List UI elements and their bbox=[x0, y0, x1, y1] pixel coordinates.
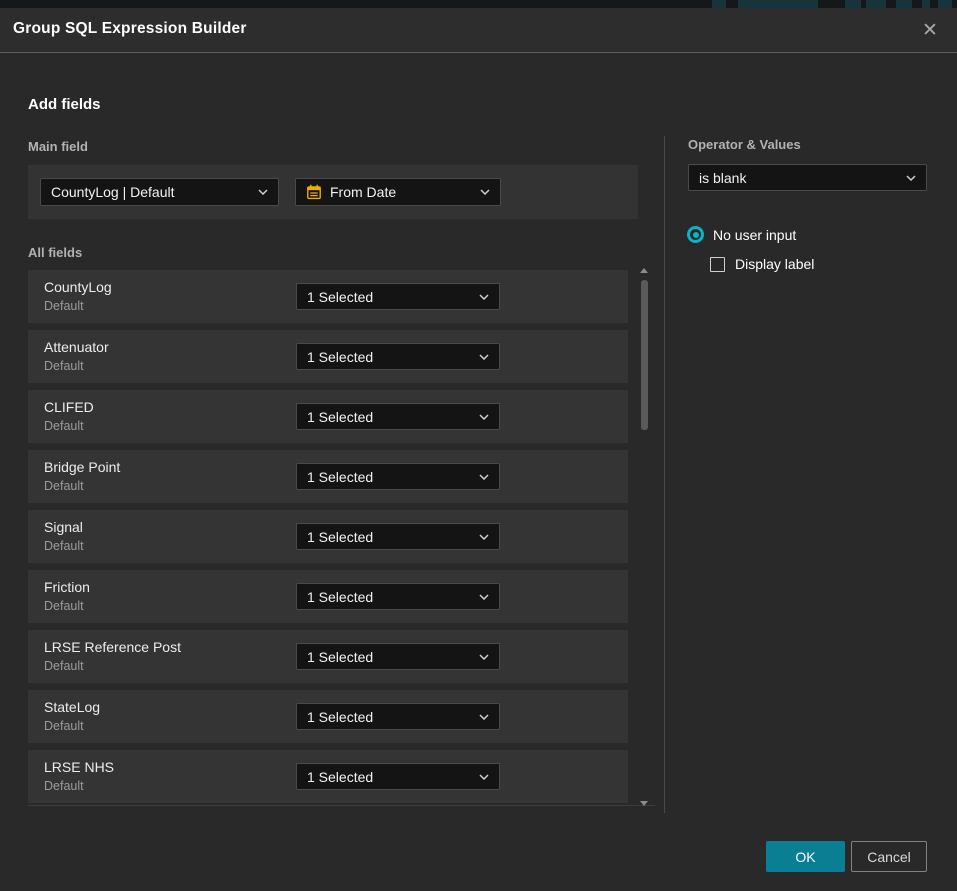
field-selection-value: 1 Selected bbox=[307, 409, 471, 425]
field-subtitle: Default bbox=[44, 539, 84, 553]
field-subtitle: Default bbox=[44, 599, 84, 613]
operator-select-value: is blank bbox=[699, 170, 898, 186]
field-selection-select[interactable]: 1 Selected bbox=[296, 643, 500, 670]
field-name: CountyLog bbox=[44, 279, 112, 295]
main-field-label: Main field bbox=[28, 139, 88, 154]
chevron-down-icon bbox=[479, 534, 489, 540]
scrollbar-thumb[interactable] bbox=[641, 280, 648, 430]
field-selection-select[interactable]: 1 Selected bbox=[296, 403, 500, 430]
background-toolbar-fragment bbox=[738, 0, 818, 8]
field-selection-select[interactable]: 1 Selected bbox=[296, 763, 500, 790]
add-fields-heading: Add fields bbox=[28, 96, 101, 113]
main-field-source-value: CountyLog | Default bbox=[51, 184, 250, 200]
display-label-checkbox[interactable]: Display label bbox=[710, 256, 814, 272]
group-sql-expression-builder-dialog: Group SQL Expression Builder ✕ Add field… bbox=[0, 8, 957, 891]
chevron-down-icon bbox=[479, 774, 489, 780]
background-toolbar-fragment bbox=[866, 0, 886, 8]
main-field-source-select[interactable]: CountyLog | Default bbox=[40, 178, 279, 206]
display-label-label: Display label bbox=[735, 256, 814, 272]
field-name: Bridge Point bbox=[44, 459, 120, 475]
radio-selected-icon bbox=[687, 226, 704, 243]
main-field-field-select[interactable]: From Date bbox=[295, 178, 501, 206]
field-selection-value: 1 Selected bbox=[307, 769, 471, 785]
field-selection-value: 1 Selected bbox=[307, 289, 471, 305]
background-toolbar-fragment bbox=[922, 0, 930, 8]
chevron-down-icon bbox=[479, 294, 489, 300]
chevron-down-icon bbox=[479, 414, 489, 420]
background-toolbar-fragment bbox=[845, 0, 861, 8]
main-field-section: CountyLog | Default From Date bbox=[28, 165, 638, 219]
field-name: CLIFED bbox=[44, 399, 94, 415]
field-selection-value: 1 Selected bbox=[307, 649, 471, 665]
field-selection-value: 1 Selected bbox=[307, 349, 471, 365]
field-name: LRSE NHS bbox=[44, 759, 114, 775]
calendar-icon bbox=[306, 184, 322, 200]
field-subtitle: Default bbox=[44, 479, 84, 493]
field-row-statelog: StateLog Default 1 Selected bbox=[28, 690, 628, 743]
background-toolbar-fragment bbox=[938, 0, 952, 8]
field-name: Friction bbox=[44, 579, 90, 595]
field-row-attenuator: Attenuator Default 1 Selected bbox=[28, 330, 628, 383]
field-row-lrse-nhs: LRSE NHS Default 1 Selected bbox=[28, 750, 628, 803]
field-selection-value: 1 Selected bbox=[307, 589, 471, 605]
list-scrollbar[interactable] bbox=[640, 266, 649, 808]
field-selection-select[interactable]: 1 Selected bbox=[296, 583, 500, 610]
background-toolbar-fragment bbox=[712, 0, 726, 8]
chevron-down-icon bbox=[906, 175, 916, 181]
chevron-down-icon bbox=[480, 189, 490, 195]
all-fields-list: CountyLog Default 1 Selected Attenuator … bbox=[28, 270, 628, 810]
field-selection-select[interactable]: 1 Selected bbox=[296, 343, 500, 370]
field-subtitle: Default bbox=[44, 719, 84, 733]
field-selection-select[interactable]: 1 Selected bbox=[296, 463, 500, 490]
field-name: StateLog bbox=[44, 699, 100, 715]
main-field-field-value: From Date bbox=[330, 184, 472, 200]
close-icon[interactable]: ✕ bbox=[917, 17, 943, 43]
field-selection-value: 1 Selected bbox=[307, 709, 471, 725]
field-subtitle: Default bbox=[44, 779, 84, 793]
field-selection-select[interactable]: 1 Selected bbox=[296, 523, 500, 550]
field-subtitle: Default bbox=[44, 359, 84, 373]
field-row-signal: Signal Default 1 Selected bbox=[28, 510, 628, 563]
no-user-input-label: No user input bbox=[713, 227, 796, 243]
dialog-header: Group SQL Expression Builder ✕ bbox=[0, 8, 957, 53]
no-user-input-radio[interactable]: No user input bbox=[687, 226, 796, 243]
cancel-button[interactable]: Cancel bbox=[851, 841, 927, 872]
operator-values-label: Operator & Values bbox=[688, 137, 801, 152]
panel-divider bbox=[664, 136, 665, 813]
field-name: Signal bbox=[44, 519, 83, 535]
chevron-down-icon bbox=[479, 654, 489, 660]
field-row-friction: Friction Default 1 Selected bbox=[28, 570, 628, 623]
field-row-bridge-point: Bridge Point Default 1 Selected bbox=[28, 450, 628, 503]
field-subtitle: Default bbox=[44, 299, 84, 313]
background-toolbar-fragment bbox=[896, 0, 912, 8]
scrollbar-up-arrow-icon[interactable] bbox=[640, 268, 648, 273]
background-toolbar-strip bbox=[0, 0, 957, 8]
field-row-countylog: CountyLog Default 1 Selected bbox=[28, 270, 628, 323]
chevron-down-icon bbox=[479, 594, 489, 600]
field-selection-select[interactable]: 1 Selected bbox=[296, 283, 500, 310]
field-name: LRSE Reference Post bbox=[44, 639, 181, 655]
dialog-title: Group SQL Expression Builder bbox=[13, 20, 247, 38]
field-selection-select[interactable]: 1 Selected bbox=[296, 703, 500, 730]
list-bottom-border bbox=[28, 805, 655, 806]
field-subtitle: Default bbox=[44, 659, 84, 673]
field-name: Attenuator bbox=[44, 339, 109, 355]
operator-select[interactable]: is blank bbox=[688, 164, 927, 191]
field-row-lrse-reference-post: LRSE Reference Post Default 1 Selected bbox=[28, 630, 628, 683]
field-subtitle: Default bbox=[44, 419, 84, 433]
all-fields-label: All fields bbox=[28, 245, 82, 260]
checkbox-unchecked-icon bbox=[710, 257, 725, 272]
field-selection-value: 1 Selected bbox=[307, 469, 471, 485]
chevron-down-icon bbox=[258, 189, 268, 195]
chevron-down-icon bbox=[479, 474, 489, 480]
scrollbar-down-arrow-icon[interactable] bbox=[640, 801, 648, 806]
field-row-clifed: CLIFED Default 1 Selected bbox=[28, 390, 628, 443]
screen: Group SQL Expression Builder ✕ Add field… bbox=[0, 0, 957, 891]
chevron-down-icon bbox=[479, 354, 489, 360]
ok-button[interactable]: OK bbox=[766, 841, 845, 872]
chevron-down-icon bbox=[479, 714, 489, 720]
field-selection-value: 1 Selected bbox=[307, 529, 471, 545]
